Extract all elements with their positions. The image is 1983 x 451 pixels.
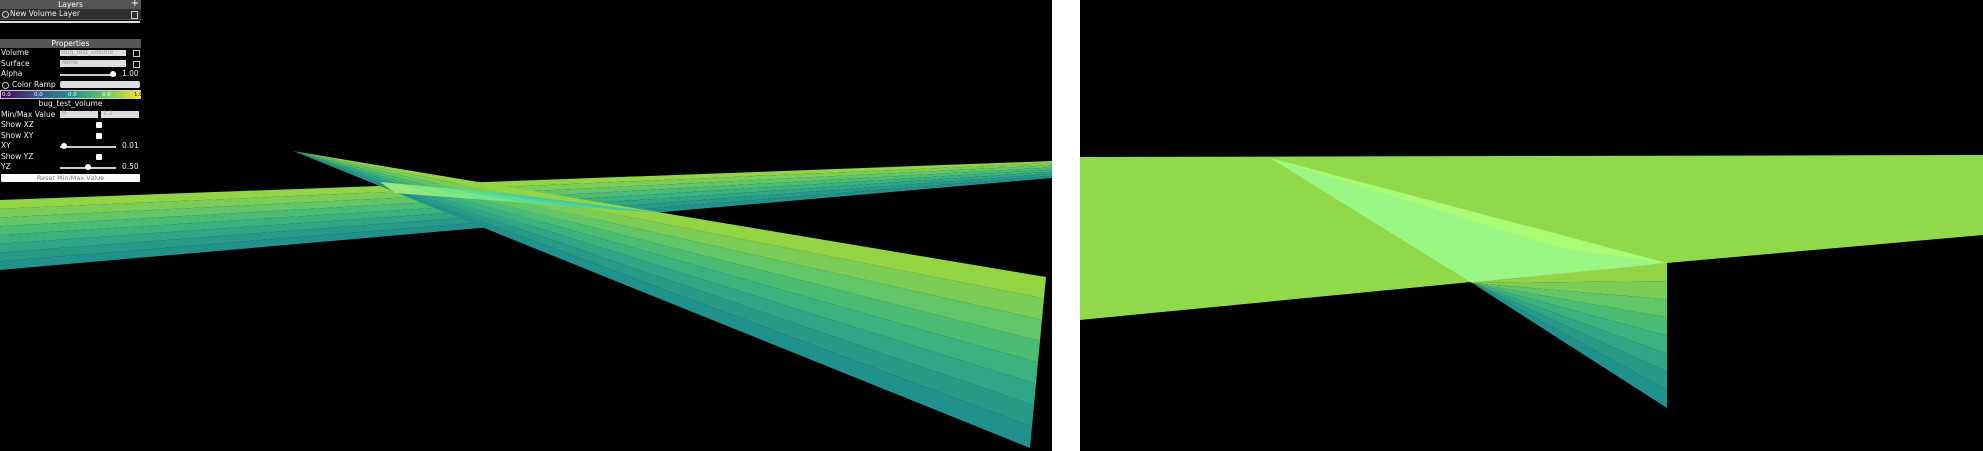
layer-item[interactable]: New Volume Layer xyxy=(0,9,141,20)
surface-row: Surface None xyxy=(0,58,141,69)
layers-title: Layers xyxy=(58,0,83,9)
colorbar-tick: 0.0 xyxy=(68,92,77,98)
volume-row: Volume bug_test_volume xyxy=(0,48,141,59)
colorbar-tick: 0.0 xyxy=(2,92,11,98)
right-viewport[interactable] xyxy=(1080,0,1983,451)
alpha-label: Alpha xyxy=(1,69,23,78)
color-ramp-toggle-icon[interactable] xyxy=(2,81,9,89)
visibility-icon[interactable] xyxy=(2,11,9,18)
volume-label: Volume xyxy=(1,48,29,57)
show-yz-row: Show YZ xyxy=(0,151,141,162)
control-panel: Layers + New Volume Layer Properties Vol… xyxy=(0,0,143,182)
colorbar-tick: 0.0 xyxy=(34,92,43,98)
reset-minmax-button[interactable]: Reset Min/Max Value xyxy=(1,173,140,182)
volume-input[interactable]: bug_test_volume xyxy=(60,49,126,56)
colorbar-tick: 0.0 xyxy=(102,92,111,98)
layers-header: Layers + xyxy=(0,0,141,9)
max-value-input[interactable]: 1.2 xyxy=(101,110,139,118)
properties-header: Properties xyxy=(0,39,141,48)
show-xy-checkbox[interactable] xyxy=(96,132,102,139)
xy-slider-handle[interactable] xyxy=(60,143,67,149)
yz-value: 0.50 xyxy=(122,162,139,171)
show-xz-label: Show XZ xyxy=(1,120,34,129)
yz-slider[interactable] xyxy=(60,164,116,170)
color-ramp-label: Color Ramp xyxy=(12,79,56,89)
volume-name-heading: bug_test_volume xyxy=(0,99,141,110)
show-xy-row: Show XY xyxy=(0,130,141,141)
surface-label: Surface xyxy=(1,58,30,68)
color-ramp-row: Color Ramp xyxy=(0,79,141,90)
volume-file-icon[interactable] xyxy=(133,50,140,57)
alpha-slider-handle[interactable] xyxy=(110,71,116,77)
alpha-row: Alpha 1.00 xyxy=(0,69,141,80)
color-ramp-select[interactable] xyxy=(60,81,140,88)
xy-slider[interactable] xyxy=(60,143,116,149)
minmax-label: Min/Max Value xyxy=(1,109,56,119)
left-scene-canvas[interactable] xyxy=(0,0,1052,451)
colorbar: 0.0 0.0 0.0 0.0 1.0 xyxy=(0,90,143,99)
show-yz-label: Show YZ xyxy=(1,151,34,161)
colorbar-tick: 1.0 xyxy=(134,92,143,98)
show-xy-label: Show XY xyxy=(1,130,34,140)
show-xz-checkbox[interactable] xyxy=(96,122,102,128)
xy-label: XY xyxy=(1,141,11,150)
show-xz-row: Show XZ xyxy=(0,120,141,131)
surface-file-icon[interactable] xyxy=(133,60,140,68)
alpha-value: 1.00 xyxy=(122,69,139,78)
add-layer-icon[interactable]: + xyxy=(131,0,139,9)
yz-row: YZ 0.50 xyxy=(0,162,141,173)
yz-slider-handle[interactable] xyxy=(85,164,91,170)
alpha-slider[interactable] xyxy=(60,71,116,77)
xy-row: XY 0.01 xyxy=(0,141,141,152)
show-yz-checkbox[interactable] xyxy=(96,153,102,160)
yz-label: YZ xyxy=(1,162,11,171)
xy-value: 0.01 xyxy=(122,141,139,150)
min-value-input[interactable]: 0 xyxy=(60,110,98,118)
delete-layer-icon[interactable] xyxy=(131,11,138,19)
right-scene-canvas[interactable] xyxy=(1080,0,1983,451)
layer-name: New Volume Layer xyxy=(10,9,80,18)
properties-title: Properties xyxy=(51,39,90,48)
left-viewport[interactable]: Layers + New Volume Layer Properties Vol… xyxy=(0,0,1052,451)
minmax-row: Min/Max Value 0 1.2 xyxy=(0,109,141,120)
surface-input[interactable]: None xyxy=(60,60,126,67)
